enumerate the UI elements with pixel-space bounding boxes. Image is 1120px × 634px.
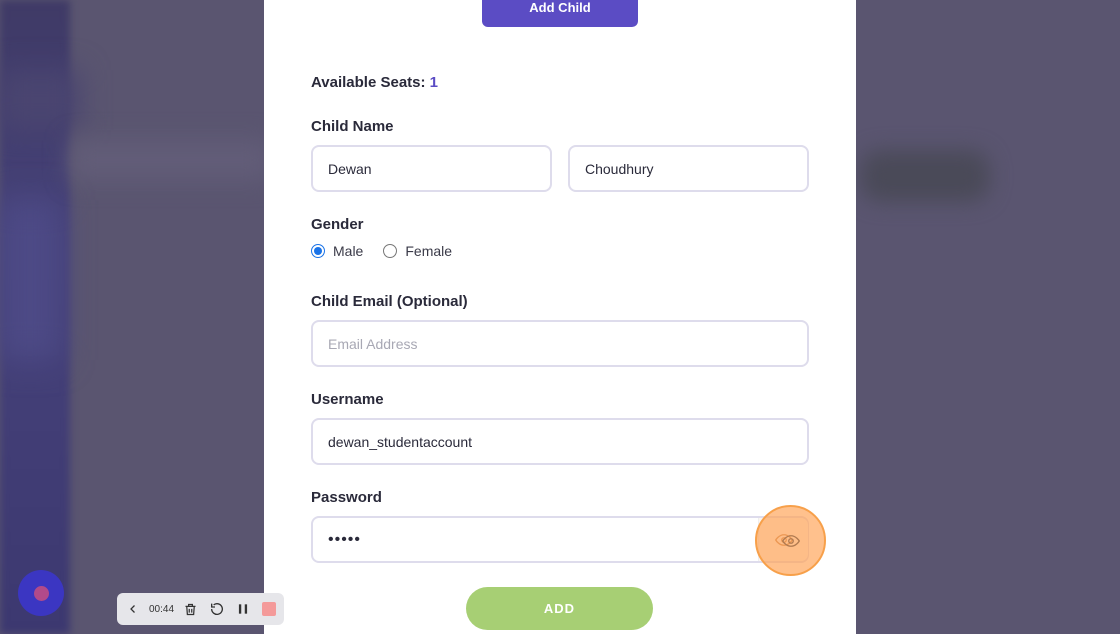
background-blur [0,70,80,130]
recording-toolbar: 00:44 [117,593,284,625]
stop-square [261,602,276,616]
background-blur [860,150,990,202]
gender-option-male[interactable]: Male [311,243,363,259]
chevron-left-icon[interactable] [123,599,142,619]
gender-option-female[interactable]: Female [383,243,452,259]
password-label: Password [311,489,382,506]
eye-icon [781,534,800,547]
last-name-input[interactable] [568,145,809,192]
first-name-input[interactable] [311,145,552,192]
recorder-button[interactable] [18,570,64,616]
gender-option-label: Female [405,243,453,259]
password-input[interactable] [311,516,809,563]
child-name-label: Child Name [311,118,394,135]
radio-female[interactable] [383,244,398,258]
radio-male[interactable] [311,244,325,258]
pause-icon[interactable] [233,599,252,619]
gender-radio-group: Male Female [311,243,472,259]
recording-elapsed-time: 00:44 [149,603,175,615]
add-child-header-button[interactable]: Add Child [482,0,638,27]
restart-icon[interactable] [207,599,226,619]
child-email-label: Child Email (Optional) [311,293,468,310]
stop-icon[interactable] [259,599,278,619]
username-label: Username [311,391,384,408]
child-email-input[interactable] [311,320,809,367]
available-seats: Available Seats: 1 [311,74,438,91]
record-dot-icon [33,585,49,601]
available-seats-value: 1 [429,74,439,91]
background-blur [0,200,60,360]
click-indicator [755,505,826,576]
background-blur [70,140,270,180]
trash-icon[interactable] [181,599,200,619]
available-seats-label: Available Seats: [311,74,426,91]
username-input[interactable] [311,418,809,465]
gender-label: Gender [311,216,364,233]
add-submit-button[interactable]: ADD [466,587,653,630]
gender-option-label: Male [333,243,364,259]
